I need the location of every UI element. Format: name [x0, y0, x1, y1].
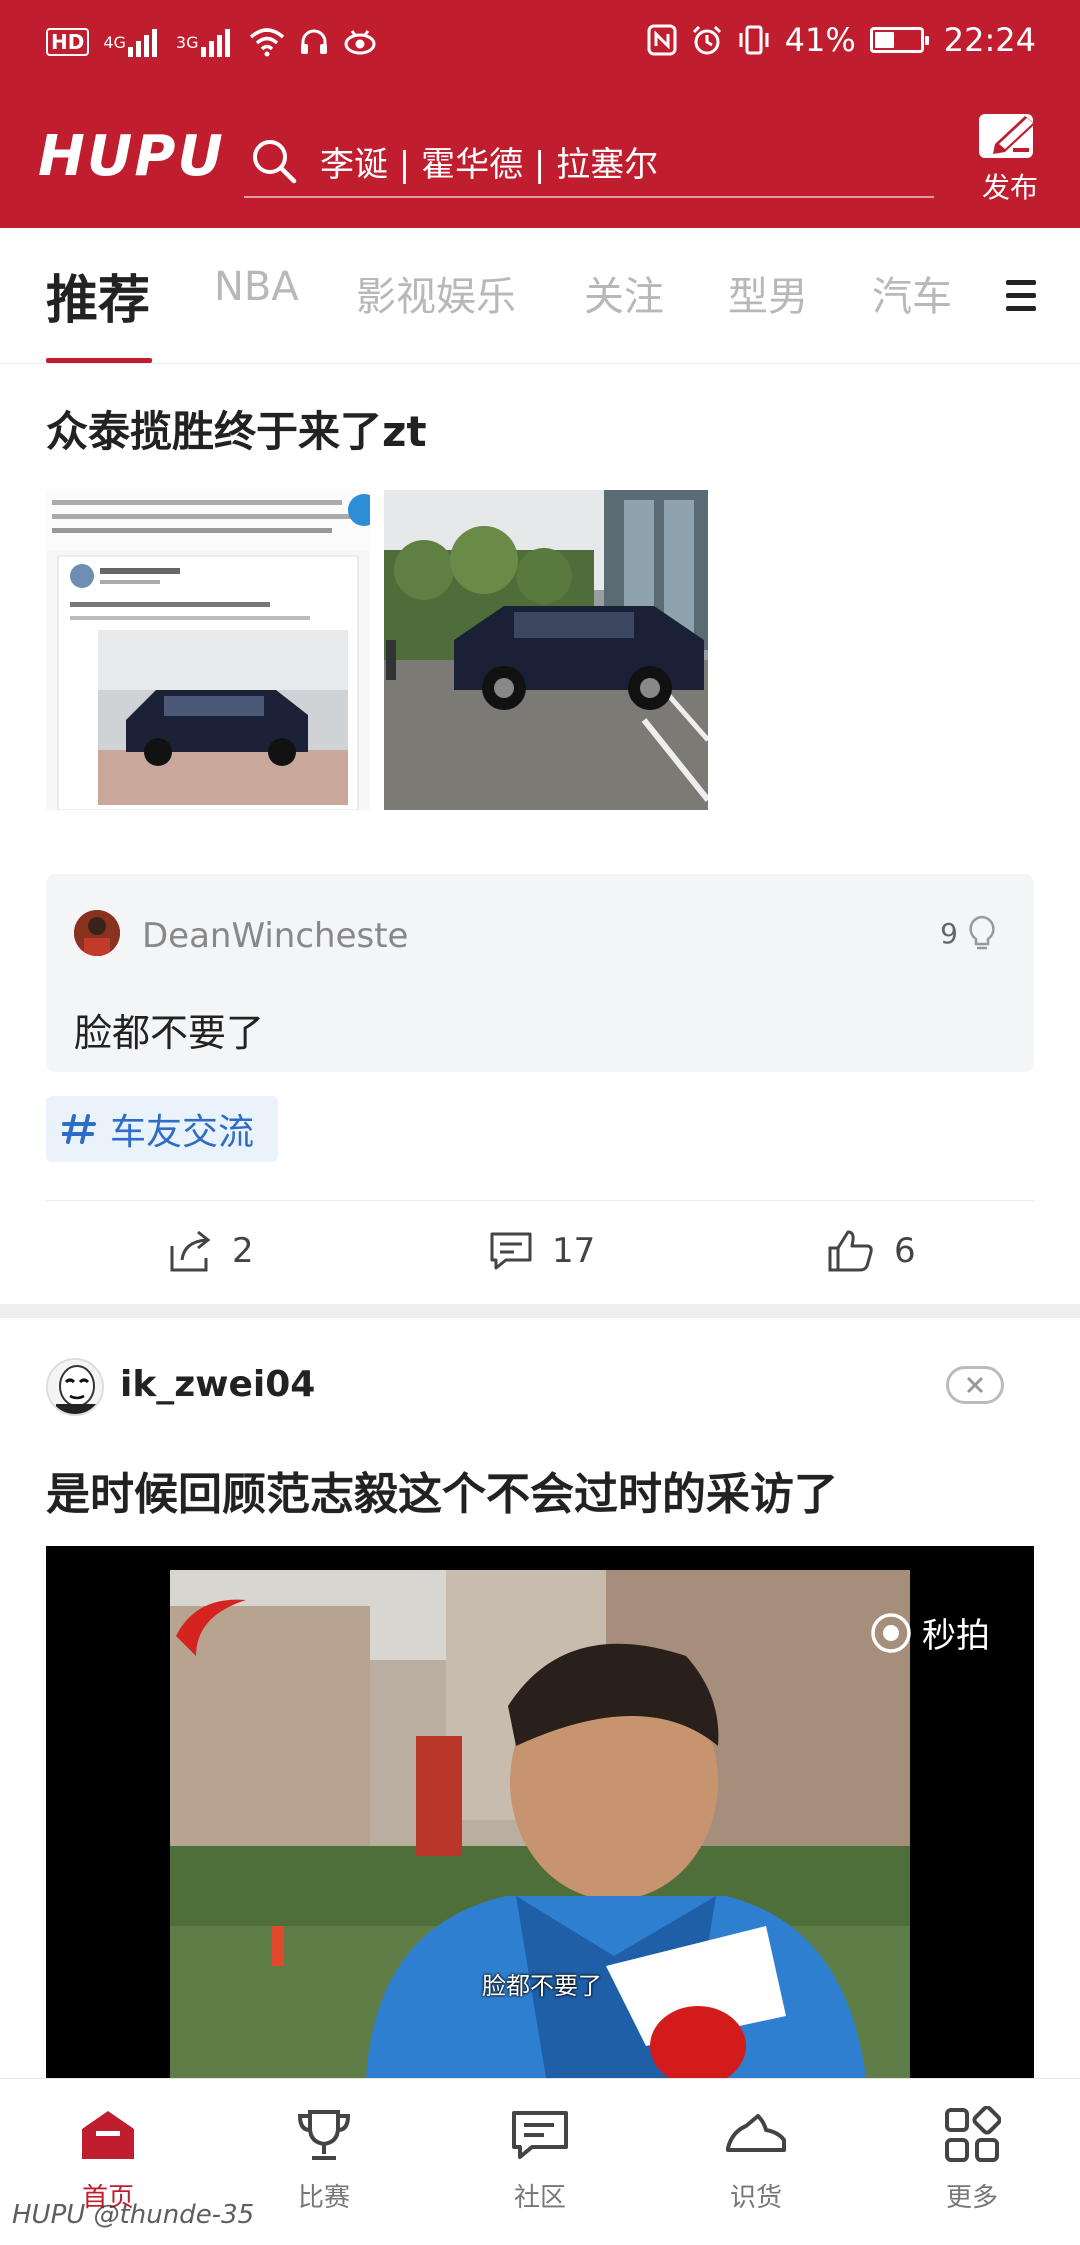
lightbulb-icon — [969, 915, 995, 950]
publish-button[interactable]: 发布 — [972, 110, 1048, 206]
status-bar: HD 4G 3G 41% 22:24 — [0, 0, 1080, 86]
divider — [46, 1200, 1034, 1201]
camera-icon — [871, 1612, 911, 1653]
nav-games-label: 比赛 — [297, 2183, 350, 2213]
active-tab-indicator — [46, 358, 152, 363]
post-actions: 2 17 6 — [0, 1220, 1080, 1290]
feed-separator — [0, 1304, 1080, 1318]
hd-badge: HD — [46, 28, 90, 56]
tab-entertainment[interactable]: 影视娱乐 — [356, 264, 516, 322]
signal-4g-icon: 4G — [103, 22, 162, 62]
comment-icon — [490, 1232, 532, 1270]
battery-percent: 41% — [784, 21, 856, 59]
nav-shop[interactable]: 识货 — [648, 2079, 864, 2245]
nav-more[interactable]: 更多 — [864, 2079, 1080, 2245]
tab-nba[interactable]: NBA — [214, 264, 299, 310]
comment-button[interactable]: 17 — [488, 1228, 595, 1274]
comment-avatar[interactable] — [74, 910, 120, 956]
nav-community-label: 社区 — [513, 2183, 566, 2213]
trophy-icon — [297, 2110, 351, 2160]
clock-time: 22:24 — [943, 21, 1036, 59]
share-count: 2 — [232, 1231, 254, 1271]
eye-icon — [343, 22, 377, 62]
thumbs-up-icon — [828, 1230, 873, 1272]
search-placeholder: 李诞 | 霍华德 | 拉塞尔 — [320, 144, 659, 185]
video-watermark: 秒拍 — [870, 1608, 990, 1657]
tab-following[interactable]: 关注 — [584, 264, 664, 322]
category-tabs: 推荐 NBA 影视娱乐 关注 型男 汽车 — [0, 228, 1080, 364]
vibrate-icon — [737, 20, 771, 60]
topic-tag[interactable]: 车友交流 — [46, 1096, 279, 1162]
hupu-logo[interactable]: HUPU — [38, 124, 225, 189]
publish-label: 发布 — [981, 171, 1038, 204]
author-avatar[interactable] — [46, 1358, 104, 1416]
hot-comment[interactable]: DeanWincheste 9 脸都不要了 — [46, 874, 1034, 1072]
app-header: HD 4G 3G 41% 22:24 HUPU 李诞 | 霍华德 | 拉塞尔 发… — [0, 0, 1080, 228]
close-icon — [966, 1376, 984, 1394]
hashtag-icon — [62, 1114, 96, 1144]
post-title-2[interactable]: 是时候回顾范志毅这个不会过时的采访了 — [46, 1458, 838, 1522]
like-count: 6 — [894, 1231, 916, 1271]
like-button[interactable]: 6 — [826, 1228, 916, 1274]
tab-cars[interactable]: 汽车 — [872, 264, 952, 322]
search-icon — [253, 140, 297, 184]
sneaker-icon — [726, 2114, 786, 2152]
nav-more-label: 更多 — [945, 2183, 998, 2213]
video-subtitle: 脸都不要了 — [482, 1972, 602, 2000]
post-image-2[interactable] — [384, 490, 708, 810]
compose-icon — [979, 114, 1035, 158]
comment-username[interactable]: DeanWincheste — [142, 916, 408, 956]
tab-recommend[interactable]: 推荐 — [46, 258, 150, 333]
comment-light-count[interactable]: 9 — [940, 914, 998, 952]
comment-count: 17 — [552, 1231, 596, 1271]
nav-shop-label: 识货 — [729, 2183, 782, 2213]
image-watermark: HUPU @thunde-35 — [12, 2200, 255, 2230]
nfc-icon — [647, 20, 677, 60]
tab-menu-icon[interactable] — [1006, 280, 1036, 319]
search-bar[interactable]: 李诞 | 霍华德 | 拉塞尔 — [244, 126, 934, 198]
author-username[interactable]: ik_zwei04 — [120, 1364, 315, 1405]
wifi-icon — [249, 22, 285, 62]
signal-3g-icon: 3G — [176, 22, 235, 62]
video-player[interactable]: 秒拍 脸都不要了 — [46, 1546, 1034, 2078]
tab-fashion[interactable]: 型男 — [728, 264, 808, 322]
nav-community[interactable]: 社区 — [432, 2079, 648, 2245]
headset-icon — [299, 22, 329, 62]
comment-text: 脸都不要了 — [74, 1011, 265, 1055]
post-image-1[interactable] — [46, 490, 370, 810]
grid-icon — [945, 2106, 1001, 2162]
share-button[interactable]: 2 — [168, 1228, 254, 1274]
home-icon — [82, 2111, 134, 2159]
chat-icon — [512, 2111, 568, 2159]
post-title[interactable]: 众泰揽胜终于来了zt — [46, 398, 427, 459]
share-icon — [170, 1230, 211, 1272]
topic-tag-label: 车友交流 — [110, 1112, 255, 1153]
alarm-icon — [691, 20, 723, 60]
battery-icon — [869, 27, 929, 53]
dismiss-button[interactable] — [946, 1366, 1004, 1404]
